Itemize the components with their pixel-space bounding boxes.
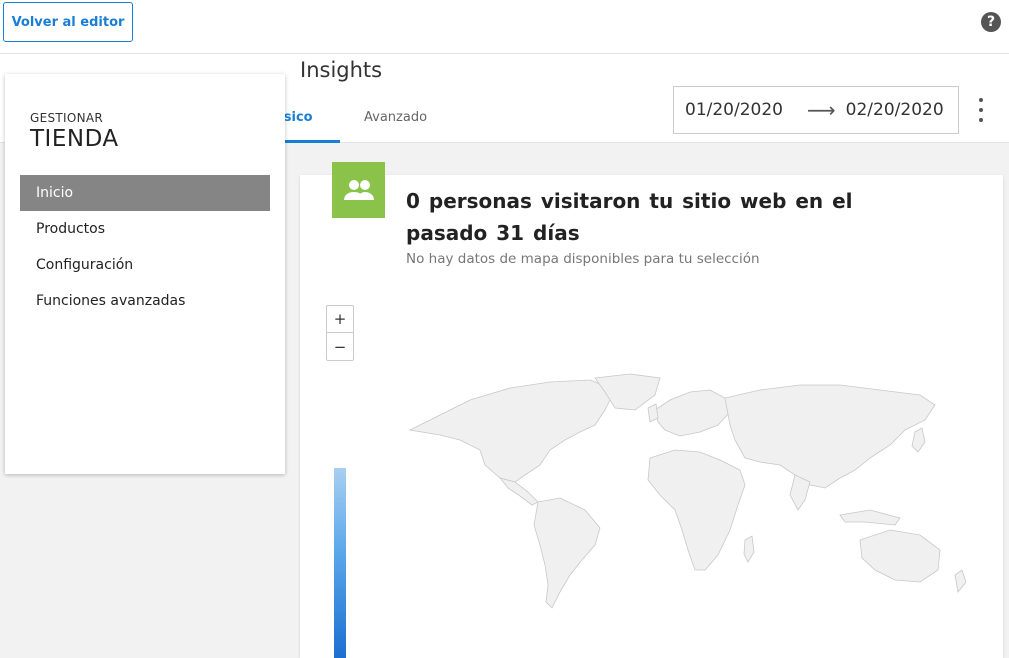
- sidebar-item-productos[interactable]: Productos: [20, 211, 270, 247]
- indonesia: [839, 509, 901, 526]
- india: [789, 474, 811, 511]
- store-sidebar: GESTIONAR TIENDA Inicio Productos Config…: [5, 74, 285, 474]
- zoom-in-button[interactable]: +: [327, 306, 353, 333]
- end-date[interactable]: 02/20/2020: [846, 100, 944, 120]
- central-america: [498, 477, 539, 506]
- more-options-icon[interactable]: [974, 98, 988, 122]
- africa: [647, 449, 746, 571]
- help-icon[interactable]: ?: [981, 12, 1001, 32]
- north-america: [408, 379, 616, 483]
- people-icon: [332, 162, 385, 218]
- zoom-out-button[interactable]: −: [327, 333, 353, 360]
- tab-advanced[interactable]: Avanzado: [364, 110, 427, 125]
- start-date[interactable]: 01/20/2020: [685, 100, 783, 120]
- sidebar-item-inicio[interactable]: Inicio: [20, 175, 270, 211]
- sidebar-title: TIENDA: [30, 126, 119, 152]
- visitors-headline: 0 personas visitaron tu sitio web en el …: [406, 189, 853, 245]
- no-data-message: No hay datos de mapa disponibles para tu…: [406, 251, 760, 267]
- sidebar-item-funciones-avanzadas[interactable]: Funciones avanzadas: [20, 283, 270, 319]
- asia: [724, 384, 936, 489]
- top-bar: Volver al editor ?: [0, 0, 1009, 54]
- japan: [911, 427, 926, 453]
- australia: [859, 529, 941, 583]
- madagascar: [743, 535, 755, 563]
- map-color-legend: [334, 468, 346, 658]
- sidebar-subtitle: GESTIONAR: [30, 111, 104, 125]
- world-map[interactable]: [400, 370, 985, 615]
- europe: [654, 389, 731, 437]
- map-zoom-control: + −: [326, 305, 354, 361]
- date-range-picker[interactable]: 01/20/2020 ⟶ 02/20/2020: [673, 86, 959, 134]
- page-title: Insights: [300, 58, 383, 82]
- back-to-editor-button[interactable]: Volver al editor: [3, 2, 133, 42]
- sidebar-item-configuracion[interactable]: Configuración: [20, 247, 270, 283]
- south-america: [533, 497, 601, 609]
- uk: [647, 403, 659, 423]
- new-zealand: [954, 569, 967, 593]
- arrow-right-icon: ⟶: [806, 98, 836, 122]
